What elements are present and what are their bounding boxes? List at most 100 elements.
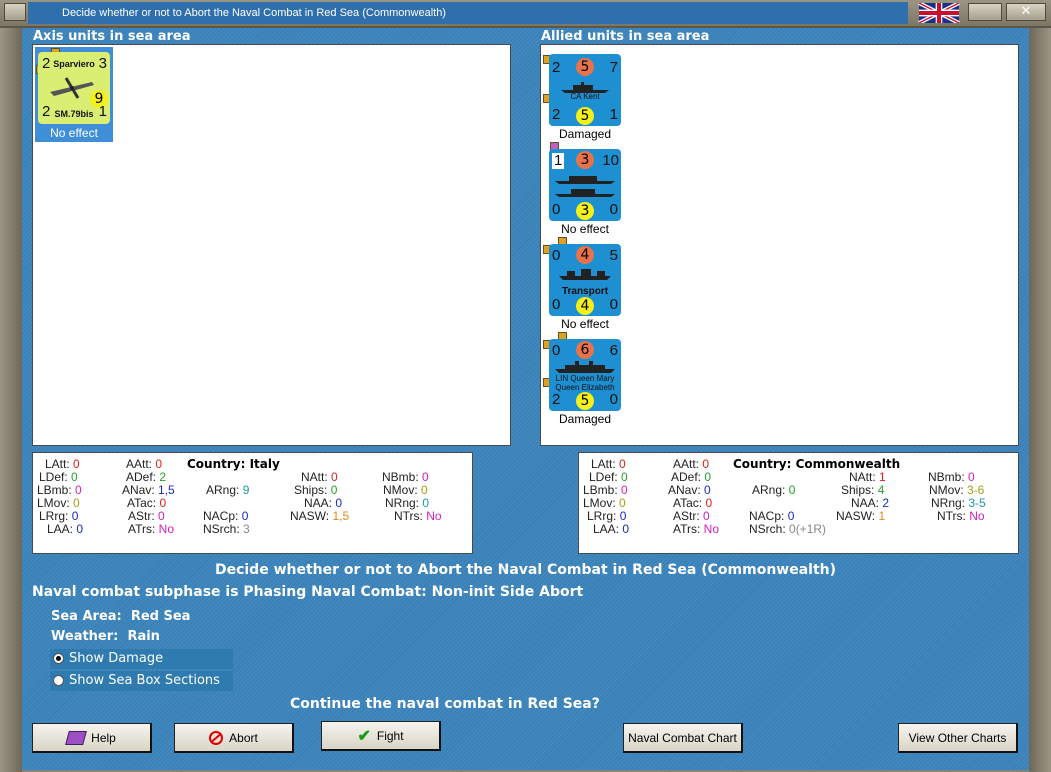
view-other-charts-button[interactable]: View Other Charts — [898, 723, 1018, 753]
counter-value: 6 — [609, 342, 618, 359]
stat-nasw: NASW: 1 — [836, 509, 886, 523]
counter-value: 5 — [609, 247, 618, 264]
counter-value: 0 — [609, 201, 618, 218]
defense-circle: 5 — [576, 392, 594, 410]
defense-circle: 4 — [576, 297, 594, 315]
stat-nrng: NRng: 0 — [385, 496, 430, 510]
weather-row: Weather: Rain — [51, 629, 160, 644]
stat-nrng: NRng: 3-5 — [931, 496, 986, 510]
radio-selected-icon[interactable] — [53, 653, 64, 664]
stat-aatt: AAtt: 0 — [126, 457, 163, 471]
stat-ships: Ships: 4 — [841, 483, 885, 497]
stat-ntrs: NTrs: No — [394, 509, 442, 523]
abort-button[interactable]: Abort — [174, 723, 294, 753]
stat-latt: LAtt: 0 — [591, 457, 626, 471]
stat-naa: NAA: 0 — [304, 496, 343, 510]
stat-arng: ARng: 0 — [752, 483, 796, 497]
counter-value: 10 — [602, 152, 619, 169]
attack-circle: 5 — [576, 58, 594, 76]
flag-uk-icon — [917, 1, 961, 25]
allied-country: Country: Commonwealth — [733, 457, 901, 471]
stat-nmov: NMov: 0 — [383, 483, 428, 497]
allied-counter-ca-kent[interactable]: 2 5 7 CA Kent 2 5 1 — [549, 54, 621, 126]
counter-value: 0 — [552, 342, 561, 359]
counter-value: 1 — [552, 152, 565, 169]
close-icon[interactable]: ✕ — [1006, 3, 1046, 21]
naval-combat-chart-button[interactable]: Naval Combat Chart — [623, 723, 743, 753]
stat-latt: LAtt: 0 — [45, 457, 80, 471]
stat-nsrch: NSrch: 0(+1R) — [749, 522, 827, 536]
allied-counter-battleship[interactable]: 1 3 10 0 3 0 — [549, 149, 621, 221]
stat-atrs: ATrs: No — [673, 522, 720, 536]
stat-nacp: NACp: 0 — [203, 509, 249, 523]
counter-value: 2 — [552, 391, 561, 408]
stat-lmov: LMov: 0 — [583, 496, 626, 510]
stat-atac: ATac: 0 — [673, 496, 713, 510]
counter-value: 0 — [609, 296, 618, 313]
main-message: Decide whether or not to Abort the Naval… — [214, 562, 837, 578]
stat-lbmb: LBmb: 0 — [583, 483, 628, 497]
stat-lbmb: LBmb: 0 — [37, 483, 82, 497]
stat-natt: NAtt: 0 — [301, 470, 338, 484]
allied-counter-liners[interactable]: 0 6 6 LIN Queen Mary Queen Elizabeth 2 5… — [549, 339, 621, 411]
fight-button[interactable]: ✔ Fight — [321, 721, 441, 751]
counter-value: 1 — [98, 103, 107, 120]
stat-nsrch: NSrch: 3 — [203, 522, 250, 536]
counter-value: 1 — [609, 106, 618, 123]
fight-label: Fight — [376, 728, 404, 743]
unit-card-selected[interactable]: 2 Sparviero 3 9 2 SM.79bis 1 No effect — [35, 47, 113, 142]
stat-nbmb: NBmb: 0 — [928, 470, 975, 484]
stat-natt: NAtt: 1 — [849, 470, 886, 484]
option-label: Show Sea Box Sections — [69, 673, 220, 688]
radio-unselected-icon[interactable] — [53, 675, 64, 686]
stat-adef: ADef: 2 — [126, 470, 167, 484]
stat-nacp: NACp: 0 — [749, 509, 795, 523]
counter-value: 0 — [552, 247, 561, 264]
counter-value: 0 — [609, 391, 618, 408]
help-label: Help — [91, 730, 116, 745]
axis-stats-panel: LAtt: 0 LDef: 0 LBmb: 0 LMov: 0 LRrg: 0 … — [32, 452, 473, 554]
attack-circle: 3 — [576, 151, 594, 169]
help-button[interactable]: Help — [32, 723, 152, 753]
stat-ldef: LDef: 0 — [39, 470, 78, 484]
frame-right — [1029, 26, 1051, 772]
stat-arng: ARng: 9 — [206, 483, 250, 497]
stat-astr: AStr: 0 — [673, 509, 710, 523]
axis-counter-sparviero[interactable]: 2 Sparviero 3 9 2 SM.79bis 1 — [38, 52, 110, 124]
counter-value: 0 — [552, 296, 561, 313]
counter-value: 7 — [609, 59, 618, 76]
ship-icon — [555, 171, 615, 201]
system-menu-button[interactable] — [4, 3, 26, 21]
stat-naa: NAA: 2 — [851, 496, 890, 510]
counter-value: 2 — [552, 106, 561, 123]
stat-atac: ATac: 0 — [127, 496, 167, 510]
axis-heading: Axis units in sea area — [33, 29, 191, 44]
no-entry-icon — [209, 730, 224, 745]
minimize-button[interactable] — [968, 3, 1002, 21]
allied-stats-panel: LAtt: 0 LDef: 0 LBmb: 0 LMov: 0 LRrg: 0 … — [578, 452, 1019, 554]
stat-ships: Ships: 0 — [294, 483, 338, 497]
stat-atrs: ATrs: No — [128, 522, 175, 536]
show-damage-option[interactable]: Show Damage — [50, 649, 233, 669]
counter-value: 0 — [552, 201, 561, 218]
attack-circle: 4 — [576, 246, 594, 264]
option-label: Show Damage — [69, 651, 164, 666]
stat-nmov: NMov: 3-6 — [929, 483, 985, 497]
unit-status: No effect — [561, 317, 609, 331]
counter-value: 3 — [98, 55, 107, 72]
abort-label: Abort — [229, 730, 258, 745]
checkmark-icon: ✔ — [357, 727, 371, 745]
allied-counter-transport[interactable]: 0 4 5 Transport 0 4 0 — [549, 244, 621, 316]
show-sea-box-option[interactable]: Show Sea Box Sections — [50, 671, 233, 691]
frame-left — [0, 26, 22, 772]
ship-icon — [559, 266, 611, 286]
stat-nasw: NASW: 1,5 — [290, 509, 350, 523]
allied-units-panel: 2 5 7 CA Kent 2 5 1 Damaged 1 3 10 0 3 0… — [540, 44, 1019, 446]
stat-lrrg: LRrg: 0 — [39, 509, 79, 523]
book-icon — [65, 730, 88, 745]
window-title: Decide whether or not to Abort the Naval… — [28, 2, 908, 24]
counter-value: 2 — [552, 59, 561, 76]
unit-status: Damaged — [558, 412, 612, 426]
stat-laa: LAA: 0 — [593, 522, 630, 536]
counter-name: LIN Queen Mary Queen Elizabeth — [555, 374, 615, 392]
